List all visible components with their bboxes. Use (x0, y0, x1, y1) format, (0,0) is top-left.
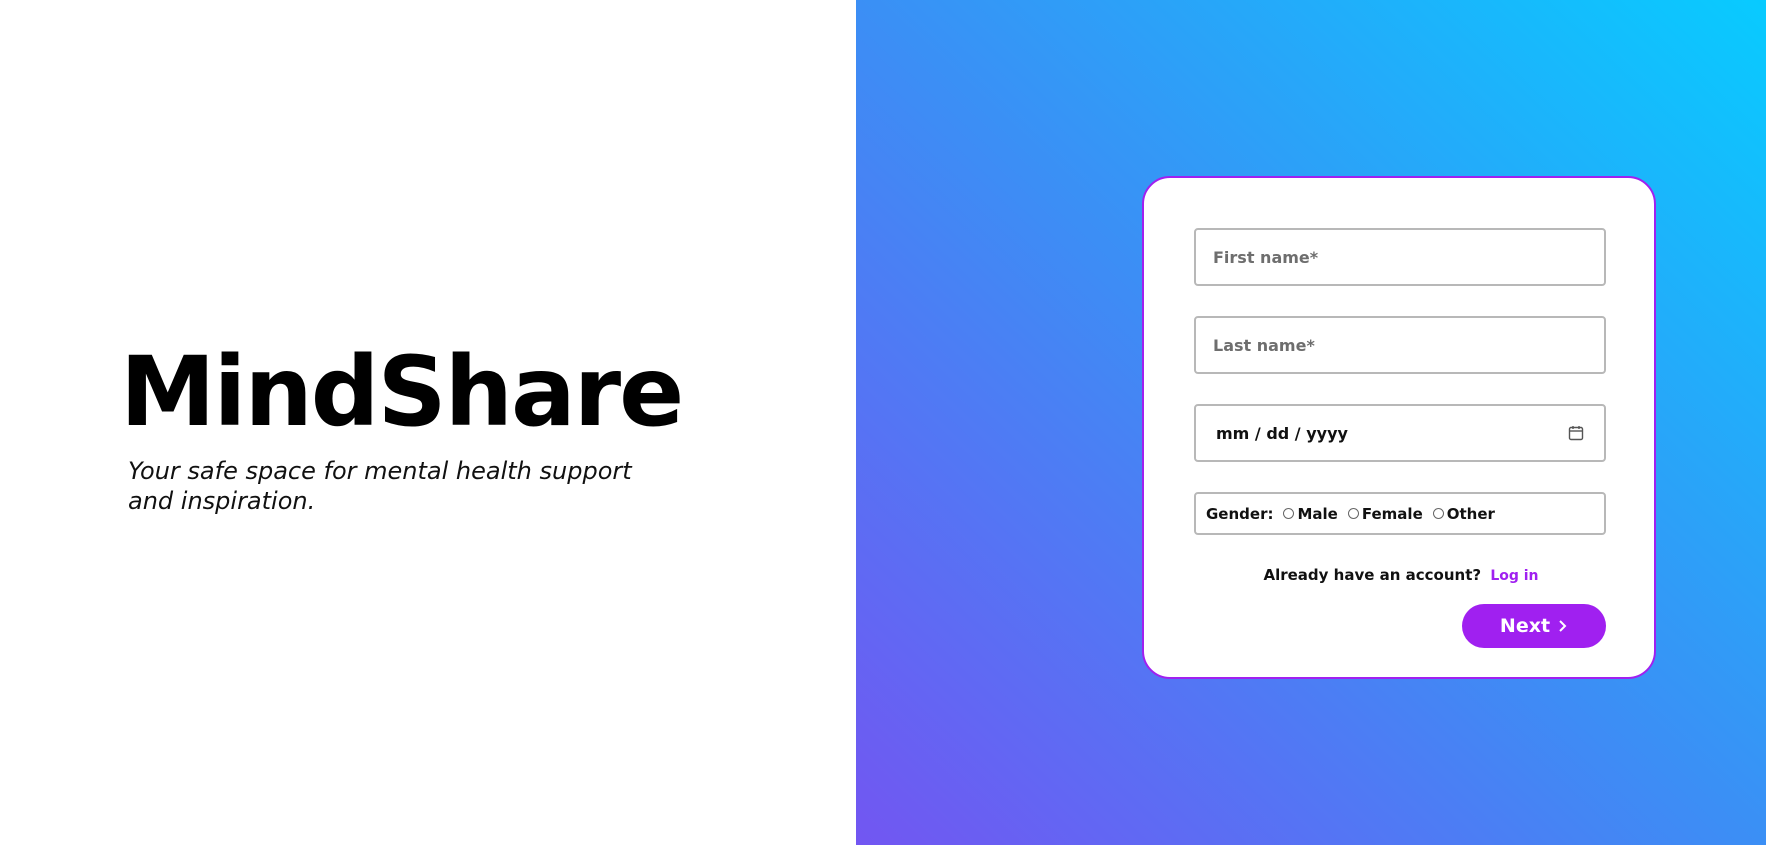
chevron-right-icon (1559, 620, 1567, 632)
gender-option-label: Other (1446, 504, 1495, 523)
brand-tagline: Your safe space for mental health suppor… (128, 457, 632, 515)
next-button[interactable]: Next (1462, 604, 1606, 648)
next-button-label: Next (1499, 615, 1551, 637)
gender-field: Gender: Male Female Other (1194, 492, 1606, 535)
radio-female[interactable] (1347, 508, 1359, 519)
page: MindShare Your safe space for mental hea… (0, 0, 1766, 845)
last-name-input[interactable] (1196, 318, 1604, 372)
gender-option-female[interactable]: Female (1347, 504, 1423, 523)
radio-other[interactable] (1432, 508, 1444, 519)
gender-label: Gender: (1206, 504, 1274, 523)
signup-card: mm / dd / yyyy Gender: Male Female Other (1142, 176, 1656, 679)
brand-panel: MindShare Your safe space for mental hea… (0, 0, 856, 845)
first-name-input[interactable] (1196, 230, 1604, 284)
last-name-field-wrapper (1194, 316, 1606, 374)
birth-date-input[interactable]: mm / dd / yyyy (1194, 404, 1606, 462)
radio-male[interactable] (1283, 508, 1295, 519)
calendar-icon[interactable] (1568, 425, 1584, 441)
gender-option-male[interactable]: Male (1283, 504, 1338, 523)
gender-option-other[interactable]: Other (1432, 504, 1495, 523)
gender-option-label: Male (1297, 504, 1338, 523)
birth-date-placeholder: mm / dd / yyyy (1216, 424, 1348, 443)
login-link[interactable]: Log in (1490, 568, 1538, 584)
login-prompt-text: Already have an account? (1263, 566, 1482, 584)
first-name-field-wrapper (1194, 228, 1606, 286)
login-prompt-row: Already have an account? Log in (1144, 566, 1658, 584)
gender-option-label: Female (1361, 504, 1423, 523)
brand-title: MindShare (120, 336, 684, 448)
